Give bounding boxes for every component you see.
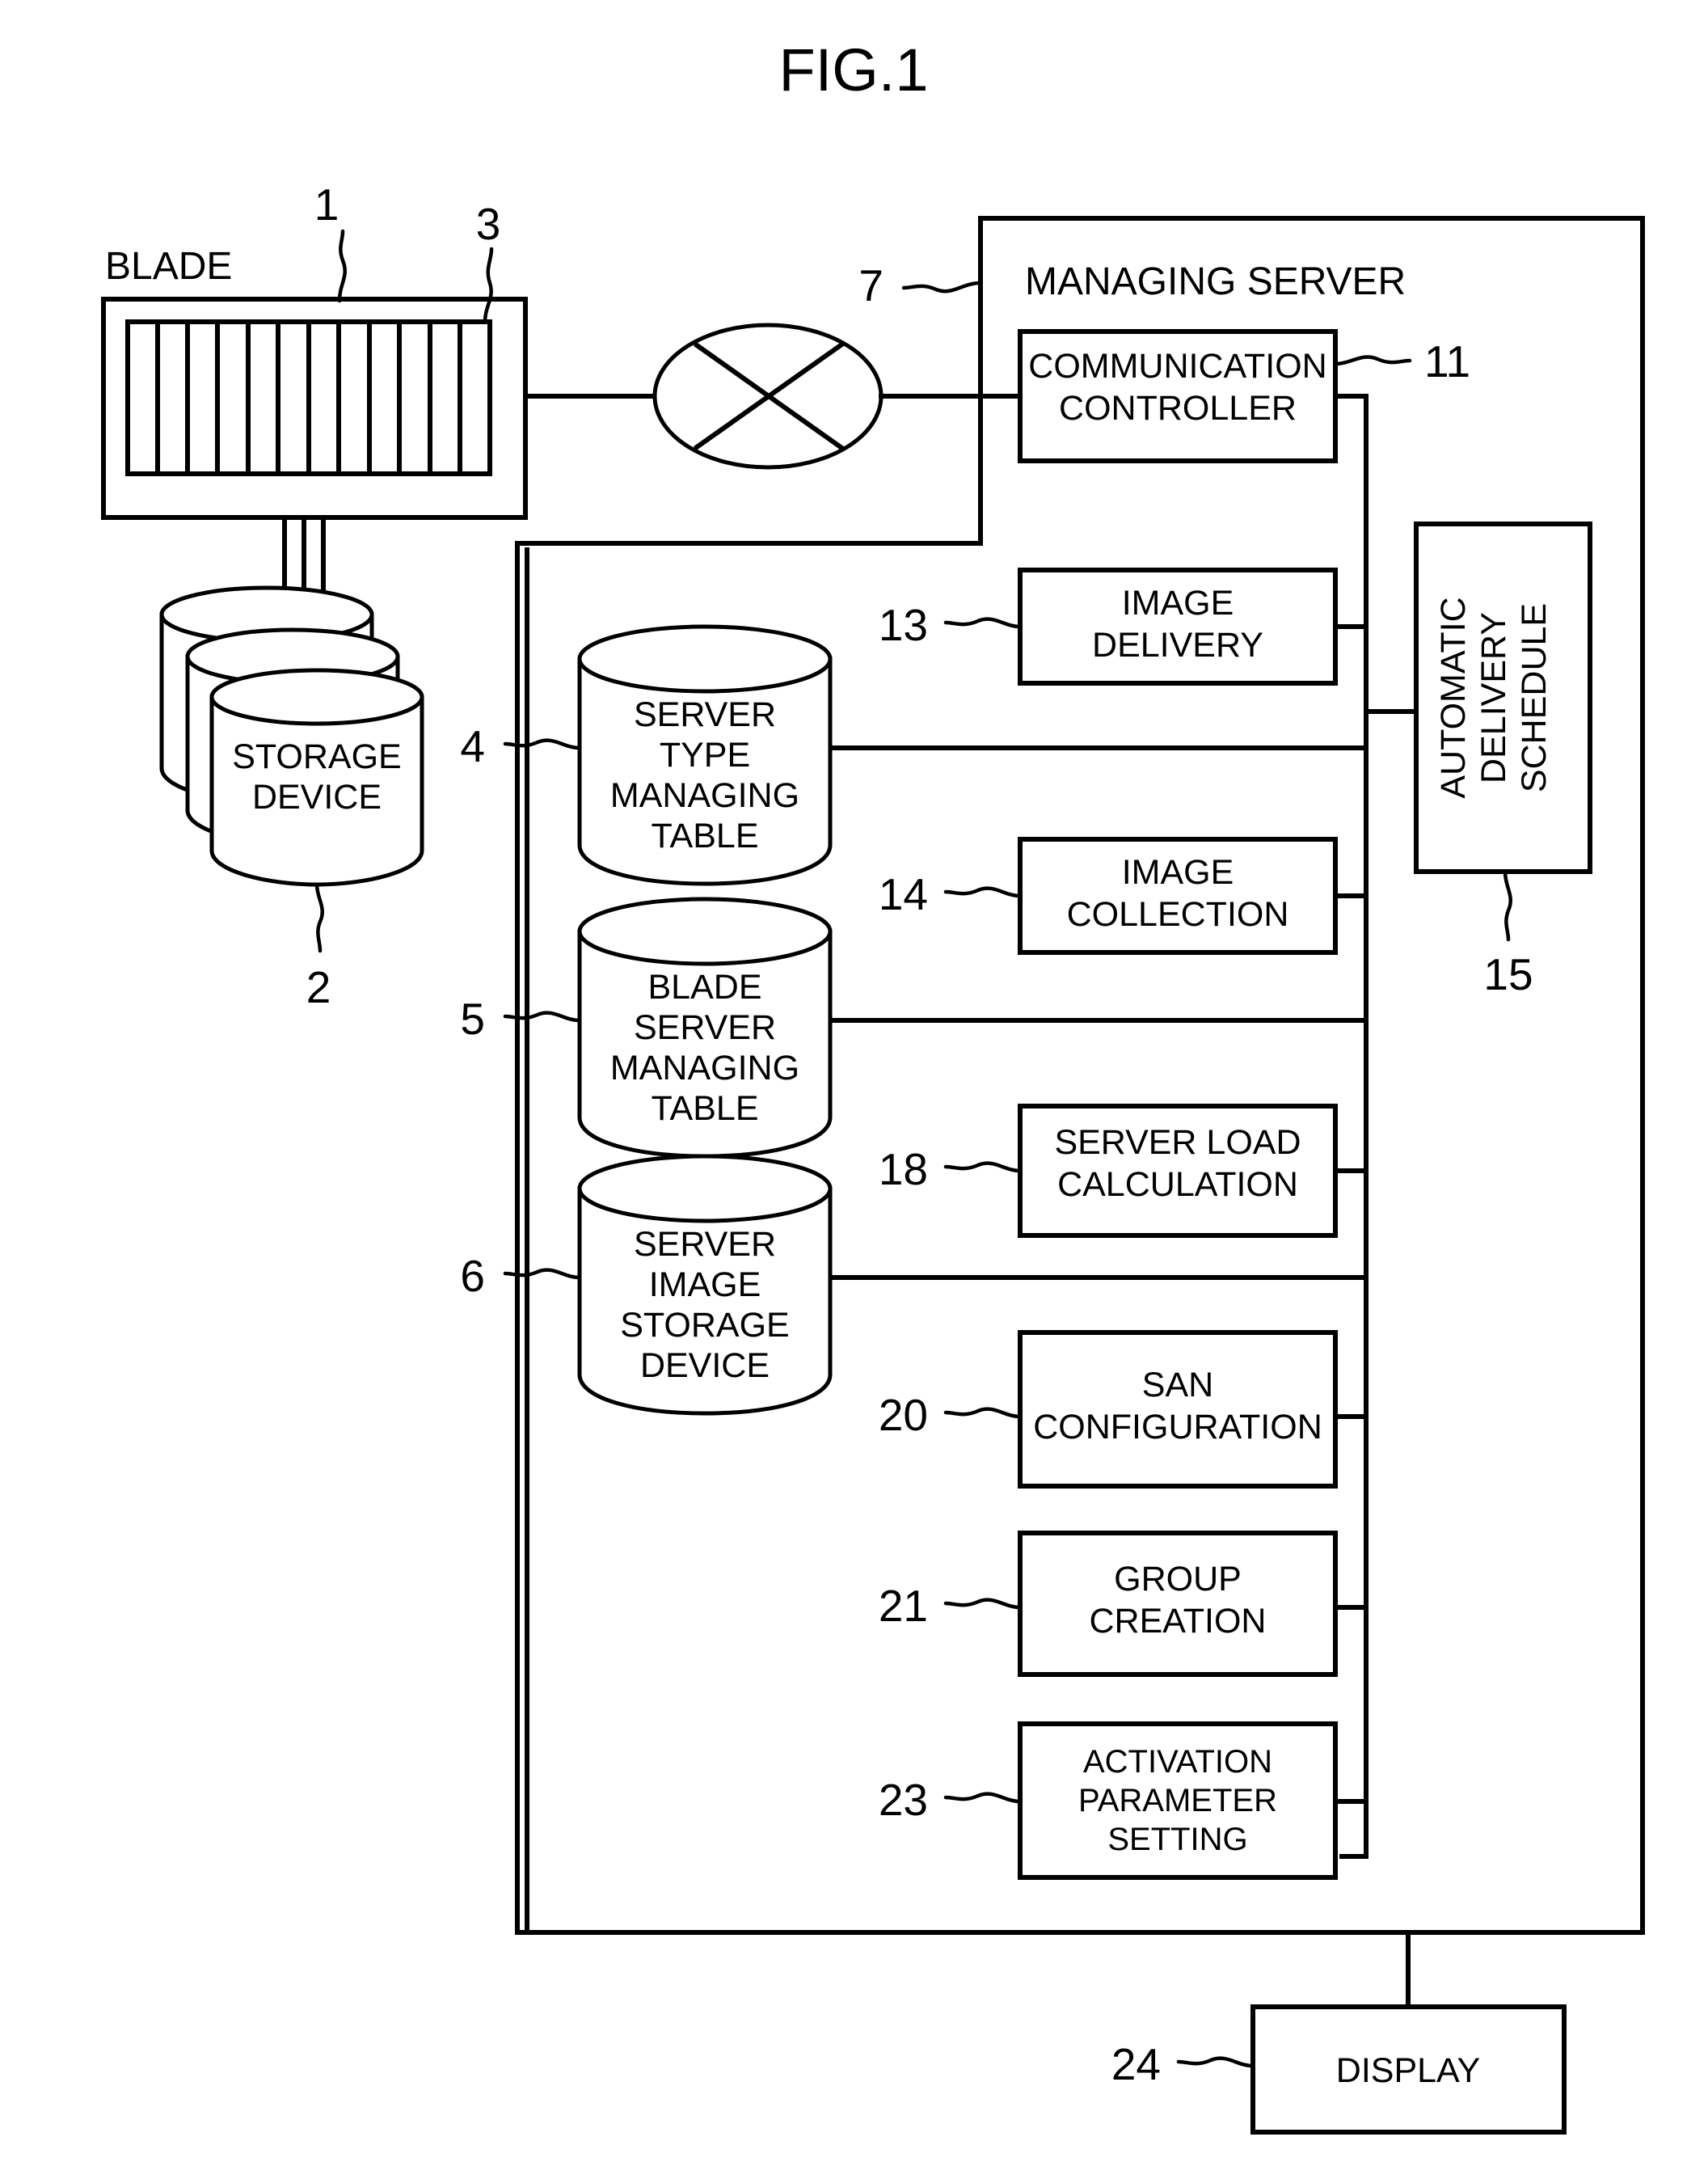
storage-device-label-line2: DEVICE (252, 778, 382, 817)
server-type-managing-table-label-line1: SERVER (634, 695, 776, 734)
activation-parameter-setting-label-line3: SETTING (1107, 1822, 1247, 1857)
leader-line-storage-device (314, 882, 324, 953)
module-group-creation[interactable]: GROUP CREATION 21 (879, 1531, 1338, 1677)
automatic-delivery-schedule-label-line1: AUTOMATIC (1434, 597, 1473, 798)
figure-title: FIG.1 (778, 36, 928, 103)
server-image-storage-device-top (577, 1154, 833, 1223)
storage-device-label-line1: STORAGE (232, 737, 401, 776)
storage-cylinder-front: STORAGE DEVICE (209, 668, 424, 887)
ref-number-storage-device: 2 (306, 962, 331, 1012)
blade-label: BLADE (105, 245, 232, 288)
ref-number-san-configuration: 20 (879, 1390, 928, 1440)
module-communication-controller[interactable]: COMMUNICATION CONTROLLER 11 (1018, 329, 1470, 463)
group-creation-label-line2: CREATION (1090, 1602, 1267, 1641)
ref-number-image-delivery: 13 (879, 600, 928, 650)
image-delivery-label-line2: DELIVERY (1092, 626, 1263, 665)
managing-server-title: MANAGING SERVER (1025, 260, 1406, 303)
server-image-storage-device-label-line1: SERVER (634, 1225, 776, 1264)
leader-line-server-load-calculation (943, 1161, 1023, 1173)
server-image-storage-device-label-line4: DEVICE (640, 1346, 770, 1385)
leader-line-group-creation (943, 1598, 1023, 1610)
patent-figure-page: FIG.1 BLADE 1 3 STORAGE DEVICE 2 MANAGIN… (0, 0, 1708, 2158)
ref-number-activation-parameter-setting: 23 (879, 1775, 928, 1825)
activation-parameter-setting-label-line1: ACTIVATION (1083, 1744, 1272, 1780)
ref-number-managing-server: 7 (858, 260, 884, 310)
leader-line-managing-server (901, 281, 983, 294)
leader-line-communication-controller (1333, 355, 1412, 366)
blade-server-managing-table-label-line1: BLADE (647, 968, 761, 1007)
module-activation-parameter-setting[interactable]: ACTIVATION PARAMETER SETTING 23 (879, 1721, 1338, 1880)
ref-number-server-type-managing-table: 4 (460, 721, 485, 771)
communication-controller-label-line2: CONTROLLER (1059, 389, 1297, 428)
activation-parameter-setting-label-line2: PARAMETER (1078, 1783, 1277, 1818)
ref-number-blade-chassis: 1 (314, 179, 339, 230)
ref-number-server-load-calculation: 18 (879, 1144, 928, 1194)
server-image-storage-device-label-line3: STORAGE (620, 1306, 789, 1345)
blade-server-managing-table-label-line4: TABLE (651, 1089, 758, 1128)
blade-server-managing-table-top (577, 897, 833, 966)
server-type-managing-table-label-line3: MANAGING (610, 776, 799, 815)
ref-number-display: 24 (1111, 2039, 1161, 2089)
image-collection-label-line2: COLLECTION (1067, 895, 1289, 934)
automatic-delivery-schedule-label-line3: SCHEDULE (1515, 603, 1554, 792)
server-image-storage-device-label-line2: IMAGE (649, 1265, 761, 1304)
server-type-managing-table-top (577, 624, 833, 694)
module-automatic-delivery-schedule[interactable]: AUTOMATIC DELIVERY SCHEDULE 15 (1414, 522, 1592, 999)
image-delivery-label-line1: IMAGE (1122, 584, 1234, 623)
module-san-configuration[interactable]: SAN CONFIGURATION 20 (879, 1330, 1338, 1489)
storage-device-group: STORAGE DEVICE 2 (159, 585, 424, 1012)
server-load-calculation-label-line1: SERVER LOAD (1054, 1123, 1301, 1162)
module-bus-vertical (1339, 394, 1369, 1859)
automatic-delivery-schedule-label-line2: DELIVERY (1474, 612, 1513, 783)
server-type-managing-table-label-line4: TABLE (651, 817, 758, 855)
blade-chassis-group: BLADE 1 3 (101, 179, 528, 520)
server-load-calculation-label-line2: CALCULATION (1057, 1165, 1298, 1204)
ref-number-automatic-delivery-schedule: 15 (1483, 949, 1533, 999)
ref-number-communication-controller: 11 (1424, 336, 1470, 386)
ref-number-server-image-storage-device: 6 (460, 1251, 485, 1301)
display-label: DISPLAY (1336, 2051, 1480, 2090)
ref-number-blade-server-managing-table: 5 (460, 994, 485, 1044)
server-type-managing-table-label-line2: TYPE (660, 736, 750, 775)
leader-line-blade-chassis (337, 229, 347, 303)
blade-server-managing-table-label-line3: MANAGING (610, 1049, 799, 1087)
ref-number-image-collection: 14 (879, 869, 928, 919)
module-image-collection[interactable]: IMAGE COLLECTION 14 (879, 837, 1338, 955)
leader-line-image-delivery (943, 617, 1023, 629)
ref-number-blade-slot: 3 (476, 199, 501, 249)
san-configuration-label-line2: CONFIGURATION (1033, 1408, 1322, 1446)
leader-line-image-collection (943, 886, 1023, 898)
module-server-load-calculation[interactable]: SERVER LOAD CALCULATION 18 (879, 1104, 1338, 1238)
ref-number-group-creation: 21 (879, 1581, 928, 1631)
san-configuration-label-line1: SAN (1142, 1366, 1213, 1404)
leader-line-display (1176, 2056, 1255, 2068)
network-switch-icon (652, 323, 884, 470)
communication-controller-label-line1: COMMUNICATION (1028, 347, 1326, 386)
image-collection-label-line1: IMAGE (1122, 853, 1234, 892)
leader-line-activation-parameter-setting (943, 1792, 1023, 1804)
module-image-delivery[interactable]: IMAGE DELIVERY 13 (879, 568, 1338, 686)
module-bus-stubs (1333, 624, 1369, 1804)
figure-canvas: FIG.1 BLADE 1 3 STORAGE DEVICE 2 MANAGIN… (101, 36, 1645, 2135)
group-creation-label-line1: GROUP (1114, 1560, 1242, 1598)
leader-line-automatic-delivery-schedule (1503, 869, 1512, 942)
leader-line-san-configuration (943, 1407, 1023, 1419)
blade-server-managing-table-label-line2: SERVER (634, 1008, 776, 1047)
display-group[interactable]: DISPLAY 24 (1111, 2004, 1567, 2135)
